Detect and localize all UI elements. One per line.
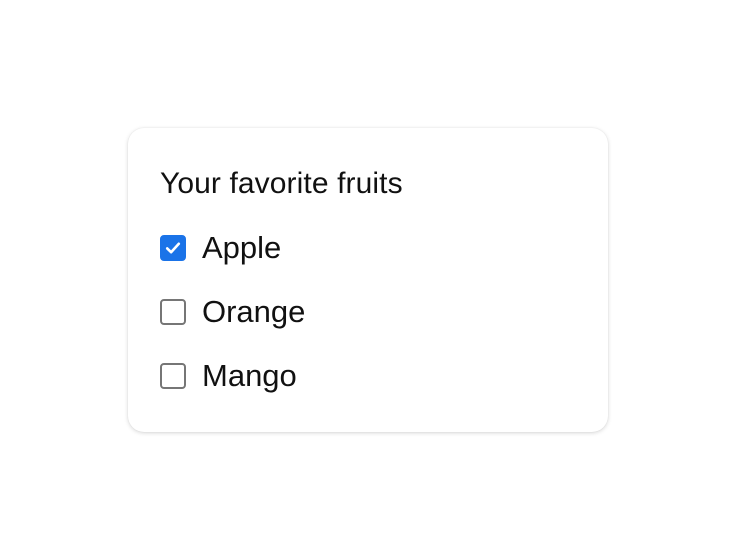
fruit-fieldset-card: Your favorite fruits Apple Orange Mango [128, 128, 608, 432]
checkmark-icon [165, 242, 181, 254]
orange-checkbox[interactable] [160, 299, 186, 325]
option-mango[interactable]: Mango [160, 358, 576, 394]
fieldset-legend: Your favorite fruits [160, 167, 403, 200]
apple-checkbox[interactable] [160, 235, 186, 261]
page: Your favorite fruits Apple Orange Mango [0, 0, 736, 560]
option-orange[interactable]: Orange [160, 294, 576, 330]
option-label-apple: Apple [202, 230, 282, 265]
option-label-mango: Mango [202, 358, 297, 393]
option-apple[interactable]: Apple [160, 230, 576, 266]
checkbox-group: Apple Orange Mango [160, 230, 576, 394]
mango-checkbox[interactable] [160, 363, 186, 389]
option-label-orange: Orange [202, 294, 306, 329]
